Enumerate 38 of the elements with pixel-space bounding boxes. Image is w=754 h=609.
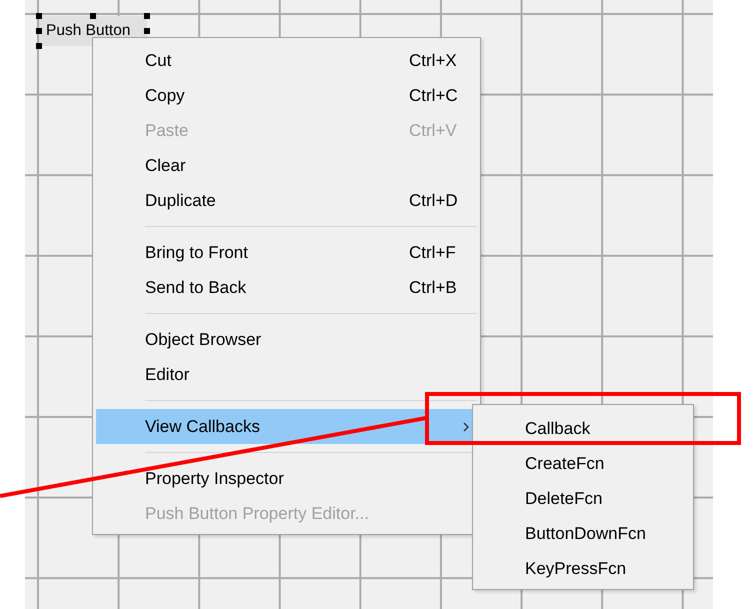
submenu-item[interactable]: CreateFcn	[476, 446, 690, 481]
resize-handle-icon[interactable]	[90, 13, 96, 19]
submenu-item[interactable]: KeyPressFcn	[476, 551, 690, 586]
menu-item-label: Property Inspector	[145, 468, 284, 488]
menu-item[interactable]: Editor	[96, 357, 477, 392]
submenu-item[interactable]: DeleteFcn	[476, 481, 690, 516]
menu-item[interactable]: Send to Back Ctrl+B	[96, 270, 477, 305]
shortcut-label: Ctrl+B	[409, 278, 457, 298]
shortcut-label: Ctrl+X	[409, 50, 457, 70]
menu-item-label: Push Button Property Editor...	[145, 504, 369, 524]
shortcut-label: Ctrl+D	[409, 190, 458, 210]
shortcut-label: Ctrl+V	[409, 120, 457, 140]
menu-item-label: Copy	[145, 86, 185, 106]
menu-item[interactable]: Clear	[96, 148, 477, 183]
shortcut-label: Ctrl+F	[409, 242, 456, 262]
resize-handle-icon[interactable]	[36, 43, 42, 49]
menu-item[interactable]: Cut Ctrl+X	[96, 43, 477, 78]
menu-item-label: Clear	[145, 156, 186, 176]
menu-item-label: Editor	[145, 364, 190, 384]
menu-item-label: View Callbacks	[145, 416, 260, 436]
resize-handle-icon[interactable]	[36, 28, 42, 34]
menu-item-label: Cut	[145, 50, 172, 70]
menu-item-label: Duplicate	[145, 190, 216, 210]
chevron-right-icon	[463, 422, 469, 432]
menu-item-label: Object Browser	[145, 330, 262, 350]
shortcut-label: Ctrl+C	[409, 86, 458, 106]
resize-handle-icon[interactable]	[144, 28, 150, 34]
submenu-item[interactable]: Callback	[476, 411, 690, 446]
menu-item[interactable]: Duplicate Ctrl+D	[96, 183, 477, 218]
menu-item[interactable]: Object Browser	[96, 322, 477, 357]
menu-item-label: Bring to Front	[145, 242, 248, 262]
resize-handle-icon[interactable]	[144, 13, 150, 19]
submenu-item[interactable]: ButtonDownFcn	[476, 516, 690, 551]
resize-handle-icon[interactable]	[36, 13, 42, 19]
menu-item[interactable]: Copy Ctrl+C	[96, 78, 477, 113]
menu-item-label: Paste	[145, 120, 188, 140]
menu-item[interactable]: Bring to Front Ctrl+F	[96, 235, 477, 270]
menu-item-label: Send to Back	[145, 278, 246, 298]
